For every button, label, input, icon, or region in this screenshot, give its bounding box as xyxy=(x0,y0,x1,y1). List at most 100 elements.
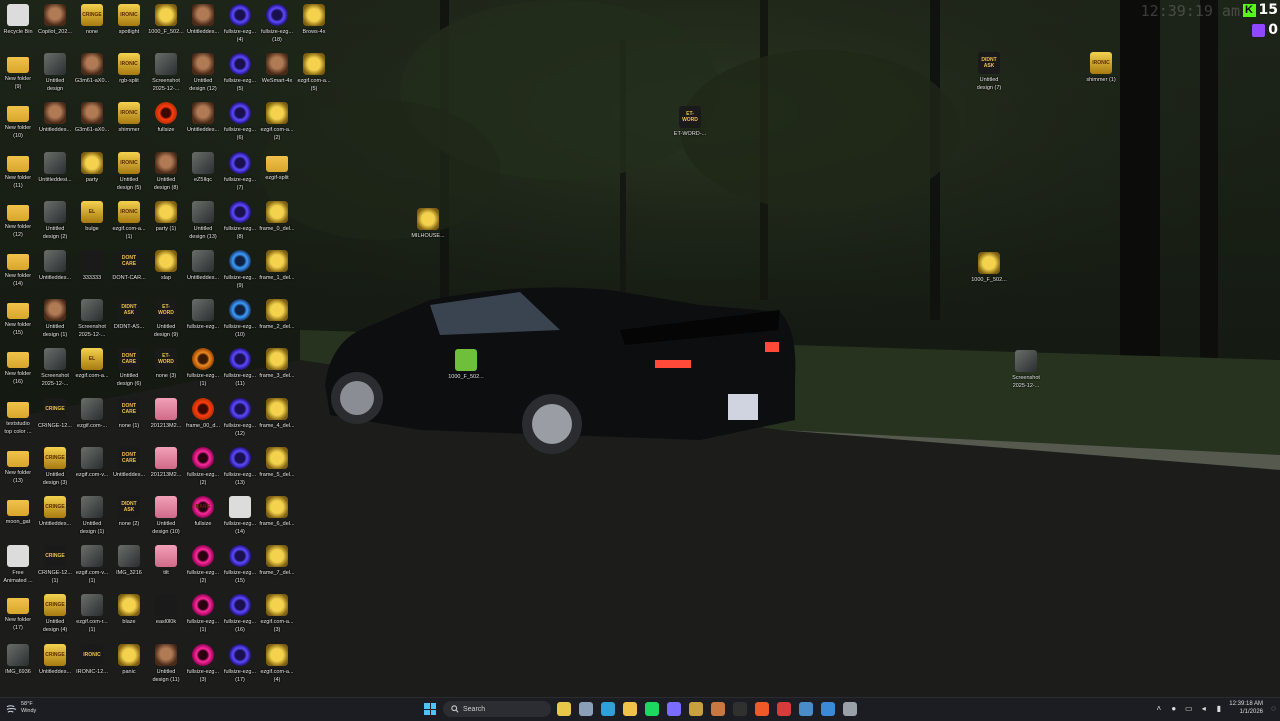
desktop-icon[interactable]: IRONIC spotlight xyxy=(111,4,147,36)
desktop-icon[interactable]: CRINGE CRINGE-12... xyxy=(37,397,73,430)
desktop-icon[interactable]: moon_gat xyxy=(0,496,36,526)
desktop-icon[interactable]: Untitleddesi... xyxy=(37,151,73,184)
desktop-icon[interactable]: Untitled design (10) xyxy=(148,496,184,536)
desktop-icon[interactable]: 1000_F_502... xyxy=(971,252,1007,284)
desktop-icon[interactable]: IRONIC rgb-split xyxy=(111,53,147,85)
app-icon[interactable] xyxy=(777,702,791,716)
terminal-icon[interactable] xyxy=(733,702,747,716)
desktop-icon[interactable]: New folder (17) xyxy=(0,594,36,632)
desktop-icon[interactable]: New folder (13) xyxy=(0,447,36,485)
desktop-icon[interactable]: party xyxy=(74,151,110,184)
desktop-icon[interactable]: ezgif.com-v... xyxy=(74,446,110,479)
desktop-icon[interactable]: DONT CARE none (1) xyxy=(111,397,147,430)
desktop-icon[interactable]: EL ezgif.com-a... xyxy=(74,348,110,380)
desktop-icon[interactable]: fullsize-ezg... (1) xyxy=(185,594,221,634)
desktop-icon[interactable]: CRINGE Untitled design (4) xyxy=(37,594,73,634)
desktop-icon[interactable]: fullsize-ezg... (2) xyxy=(185,545,221,585)
desktop-icon[interactable]: fullsize-ezg... (15) xyxy=(222,545,258,585)
desktop-icon[interactable]: fullsize-ezg... (16) xyxy=(222,594,258,634)
weather-widget[interactable]: 58°F Windy xyxy=(6,701,36,715)
desktop-icon[interactable]: Screenshot 2025-12-... xyxy=(1008,350,1044,390)
desktop-icon[interactable]: easl0l0k xyxy=(148,594,184,626)
desktop-icon[interactable]: fullsize-ezg... (7) xyxy=(222,151,258,192)
desktop-icon[interactable]: DONT CARE Untitled design (6) xyxy=(111,348,147,388)
desktop-icon[interactable]: Untitled design (1) xyxy=(37,299,73,339)
desktop-icon[interactable]: 201213M2... xyxy=(148,397,184,430)
desktop-icon[interactable]: fullsize-ezg... (17) xyxy=(222,643,258,684)
desktop-icon[interactable]: slap xyxy=(148,250,184,282)
desktop-icon[interactable]: DIDNT ASK Untitled design (7) xyxy=(971,52,1007,92)
spotify-icon[interactable] xyxy=(645,702,659,716)
desktop-icon[interactable]: frame_1_del... xyxy=(259,250,295,282)
desktop-icon[interactable]: fullsize-ezg... (3) xyxy=(185,643,221,684)
desktop-icon[interactable]: New folder (11) xyxy=(0,152,36,190)
desktop-icon[interactable]: Brows-4x xyxy=(296,4,332,36)
desktop-icon[interactable]: IMG_3216 xyxy=(111,545,147,577)
battery-icon[interactable]: ▮ xyxy=(1214,704,1223,713)
desktop-icon[interactable]: Free Animated ... xyxy=(0,545,36,585)
desktop-icon[interactable]: fullsize-ezg... (6) xyxy=(222,102,258,142)
desktop-icon[interactable]: Untitled design (8) xyxy=(148,151,184,192)
desktop-icon[interactable]: frame_2_del... xyxy=(259,299,295,331)
desktop-icon[interactable]: frame_4_del... xyxy=(259,397,295,430)
desktop-icon[interactable]: Untitled design (2) xyxy=(37,200,73,241)
brave-icon[interactable] xyxy=(755,702,769,716)
desktop-icon[interactable]: G3m61-aX0... xyxy=(74,102,110,134)
desktop-icon[interactable]: IRONIC Untitled design (5) xyxy=(111,151,147,192)
desktop-icon[interactable]: frame_00_d... xyxy=(185,397,221,430)
app-icon[interactable] xyxy=(711,702,725,716)
desktop-icon[interactable]: Screenshot 2025-12-... xyxy=(74,299,110,339)
desktop-icon[interactable]: New folder (9) xyxy=(0,53,36,91)
desktop-icon[interactable]: IMG_6936 xyxy=(0,643,36,676)
desktop-icon[interactable]: Untitleddes... xyxy=(37,102,73,134)
desktop-icon[interactable]: BANG fullsize xyxy=(185,496,221,528)
desktop-icon[interactable]: Untitleddes... xyxy=(185,250,221,282)
desktop-icon[interactable]: fullsize-ezg... xyxy=(185,299,221,331)
steam-icon[interactable] xyxy=(799,702,813,716)
network-icon[interactable]: ▭ xyxy=(1184,704,1193,713)
desktop-icon[interactable]: WeSmart-4x xyxy=(259,53,295,85)
desktop-icon[interactable]: panic xyxy=(111,643,147,676)
desktop-icon[interactable]: 1000_F_502... xyxy=(448,349,484,381)
desktop-icon[interactable]: fullsize-ezg... (11) xyxy=(222,348,258,388)
desktop-icon[interactable]: Screenshot 2025-12-... xyxy=(37,348,73,388)
desktop-icon[interactable]: textstudio top color ... xyxy=(0,398,36,436)
desktop-icon[interactable]: eZ5Ilqc xyxy=(185,151,221,184)
desktop-icon[interactable]: fullsize-ezg... (1) xyxy=(185,348,221,388)
desktop-icon[interactable]: 1000_F_502... xyxy=(148,4,184,36)
desktop-icon[interactable]: fullsize-ezg... (13) xyxy=(222,446,258,487)
desktop-icon[interactable]: fullsize-ezg... (4) xyxy=(222,4,258,44)
desktop-icon[interactable]: fullsize-ezg... (9) xyxy=(222,250,258,290)
chrome-icon[interactable] xyxy=(557,702,571,716)
desktop-icon[interactable]: G3m61-aX0... xyxy=(74,53,110,85)
desktop-icon[interactable]: frame_5_del... xyxy=(259,446,295,479)
desktop-icon[interactable]: ezgif.com-r... (1) xyxy=(74,594,110,634)
microphone-icon[interactable]: ● xyxy=(1169,704,1178,713)
desktop-icon[interactable]: EL bulge xyxy=(74,200,110,233)
desktop-icon[interactable]: IRONIC IRONIC-12... xyxy=(74,643,110,676)
file-explorer-icon[interactable] xyxy=(623,702,637,716)
desktop-icon[interactable]: fullsize-ezg... (2) xyxy=(185,446,221,487)
desktop-icon[interactable]: ET-WORD Untitled design (9) xyxy=(148,299,184,339)
desktop-icon[interactable]: Copilot_202... xyxy=(37,4,73,36)
desktop-icon[interactable]: CRINGE Untitleddes... xyxy=(37,643,73,676)
desktop-icon[interactable]: frame_3_del... xyxy=(259,348,295,380)
desktop-icon[interactable]: New folder (15) xyxy=(0,299,36,337)
desktop-icon[interactable]: Untitleddes... xyxy=(37,250,73,282)
desktop-icon[interactable]: DIDNT ASK DIDNT-AS... xyxy=(111,299,147,331)
desktop-icon[interactable]: frame_7_del... xyxy=(259,545,295,577)
desktop-icon[interactable]: ezgif.com-a... (4) xyxy=(259,643,295,684)
desktop-icon[interactable]: fullsize-ezg... (12) xyxy=(222,397,258,438)
desktop-icon[interactable]: New folder (10) xyxy=(0,102,36,140)
desktop-icon[interactable]: fullsize-ezg... (8) xyxy=(222,200,258,241)
desktop-icon[interactable]: DONT CARE Untitleddes... xyxy=(111,446,147,479)
desktop-icon[interactable]: Screenshot 2025-12-... xyxy=(148,53,184,93)
desktop-icon[interactable]: New folder (16) xyxy=(0,348,36,386)
desktop-icon[interactable]: 201213M2... xyxy=(148,446,184,479)
desktop-icon[interactable]: New folder (12) xyxy=(0,201,36,239)
desktop-icon[interactable]: IRONIC shimmer xyxy=(111,102,147,134)
discord-icon[interactable] xyxy=(667,702,681,716)
desktop-icon[interactable]: Untitleddes... xyxy=(185,102,221,134)
notification-bell-icon[interactable]: ◌ xyxy=(1269,704,1278,713)
desktop-icon[interactable]: ezgif.com-v... (1) xyxy=(74,545,110,585)
